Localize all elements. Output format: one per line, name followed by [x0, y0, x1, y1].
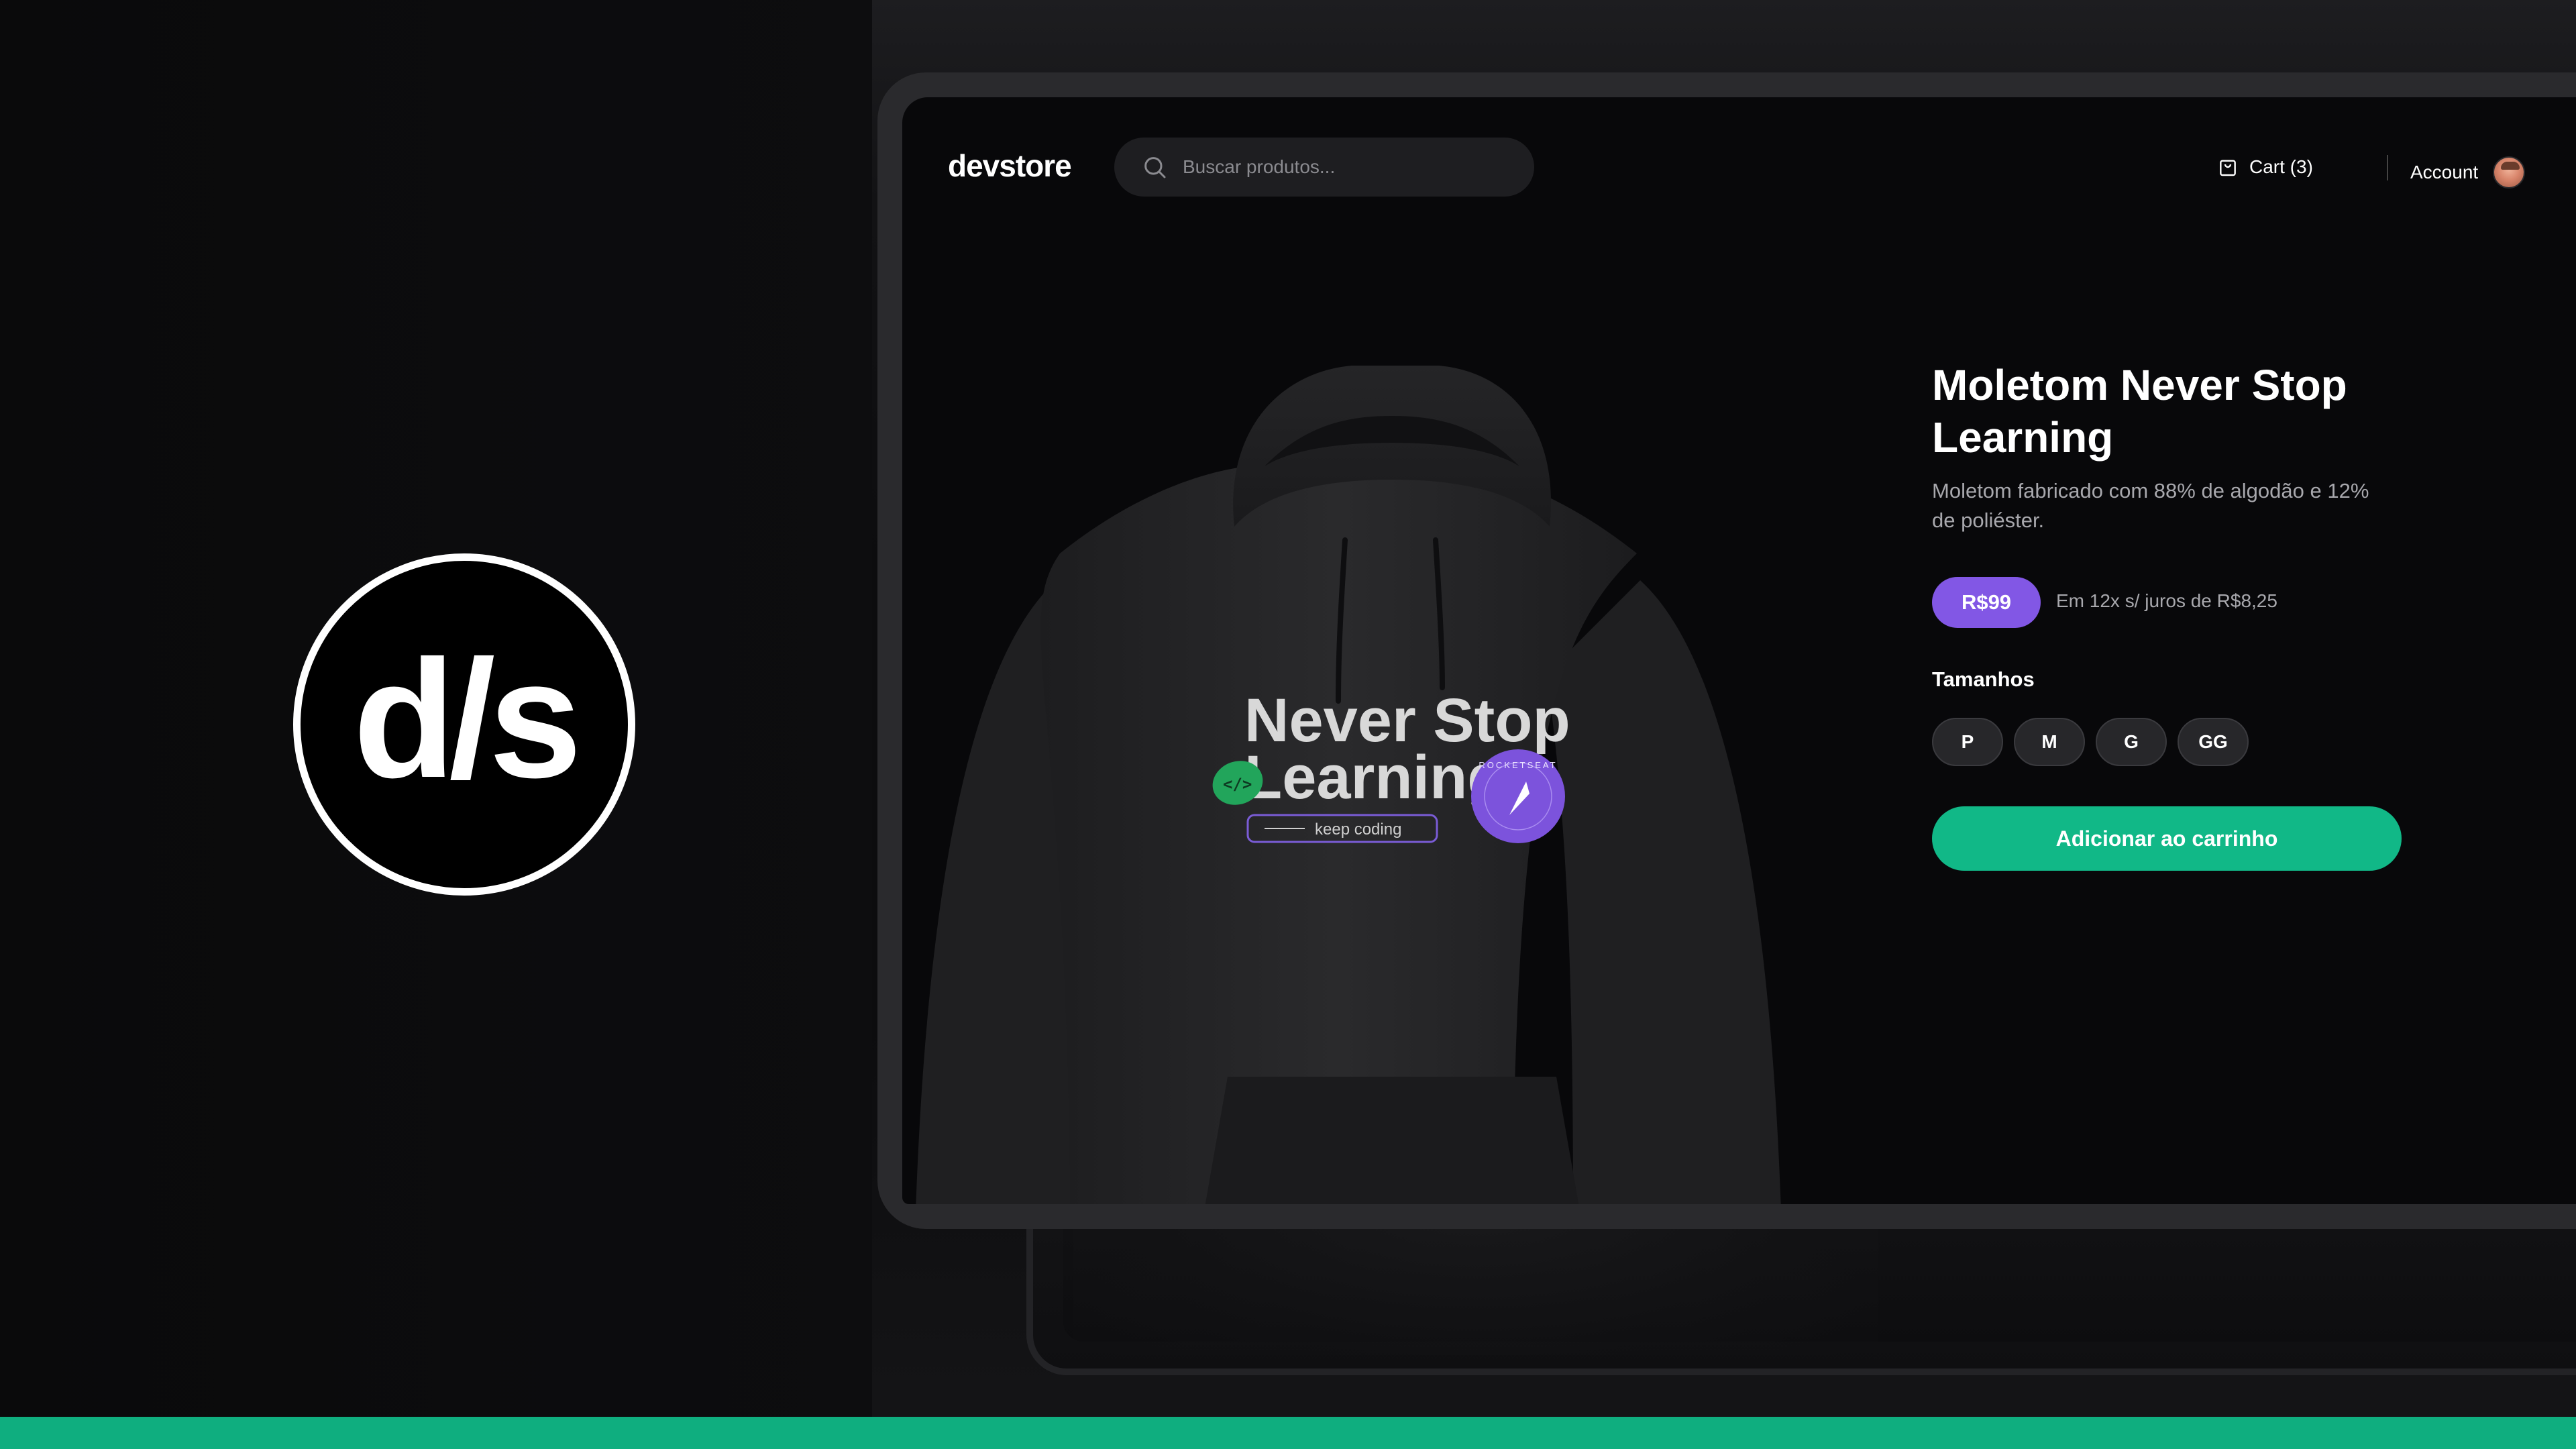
- price-badge: R$99: [1932, 577, 2041, 628]
- code-sticker-text: </>: [1223, 775, 1252, 794]
- product-title: Moletom Never Stop Learning: [1932, 361, 2347, 462]
- search-bar[interactable]: [1114, 138, 1534, 197]
- account-link[interactable]: Account: [2410, 156, 2526, 189]
- hoodie-image: Never Stop Learning </> keep coding ROCK…: [916, 366, 1781, 1204]
- avatar: [2493, 156, 2526, 189]
- size-button-p[interactable]: P: [1932, 718, 2003, 766]
- product-description: Moletom fabricado com 88% de algodão e 1…: [1932, 479, 2369, 532]
- installments-text: Em 12x s/ juros de R$8,25: [2056, 590, 2277, 611]
- brand-logo[interactable]: devstore: [948, 148, 1072, 184]
- search-icon: [1144, 157, 1166, 178]
- sizes-label: Tamanhos: [1932, 667, 2035, 691]
- logo-text: d/s: [353, 625, 582, 812]
- search-input[interactable]: [1183, 156, 1491, 178]
- cart-link[interactable]: Cart (3): [2217, 156, 2313, 178]
- cart-label: Cart (3): [2249, 156, 2313, 177]
- size-button-gg[interactable]: GG: [2178, 718, 2249, 766]
- rocketseat-badge-text: ROCKETSEAT: [1479, 760, 1557, 770]
- keep-coding-text: keep coding: [1315, 820, 1401, 839]
- account-label: Account: [2410, 162, 2479, 182]
- bottom-accent-bar: [0, 1417, 2576, 1449]
- print-line2: Learning: [1244, 743, 1505, 812]
- header-divider: [2387, 155, 2388, 180]
- size-selector: P M G GG: [1932, 718, 2249, 766]
- size-button-m[interactable]: M: [2014, 718, 2085, 766]
- devstore-logo: d/s: [293, 553, 635, 896]
- device-screen: devstore Cart (3) Account: [902, 97, 2576, 1204]
- add-to-cart-button[interactable]: Adicionar ao carrinho: [1932, 806, 2402, 871]
- rear-hoodie-reflection: [1073, 1208, 1878, 1355]
- size-button-g[interactable]: G: [2096, 718, 2167, 766]
- shopping-bag-icon: [2220, 160, 2236, 176]
